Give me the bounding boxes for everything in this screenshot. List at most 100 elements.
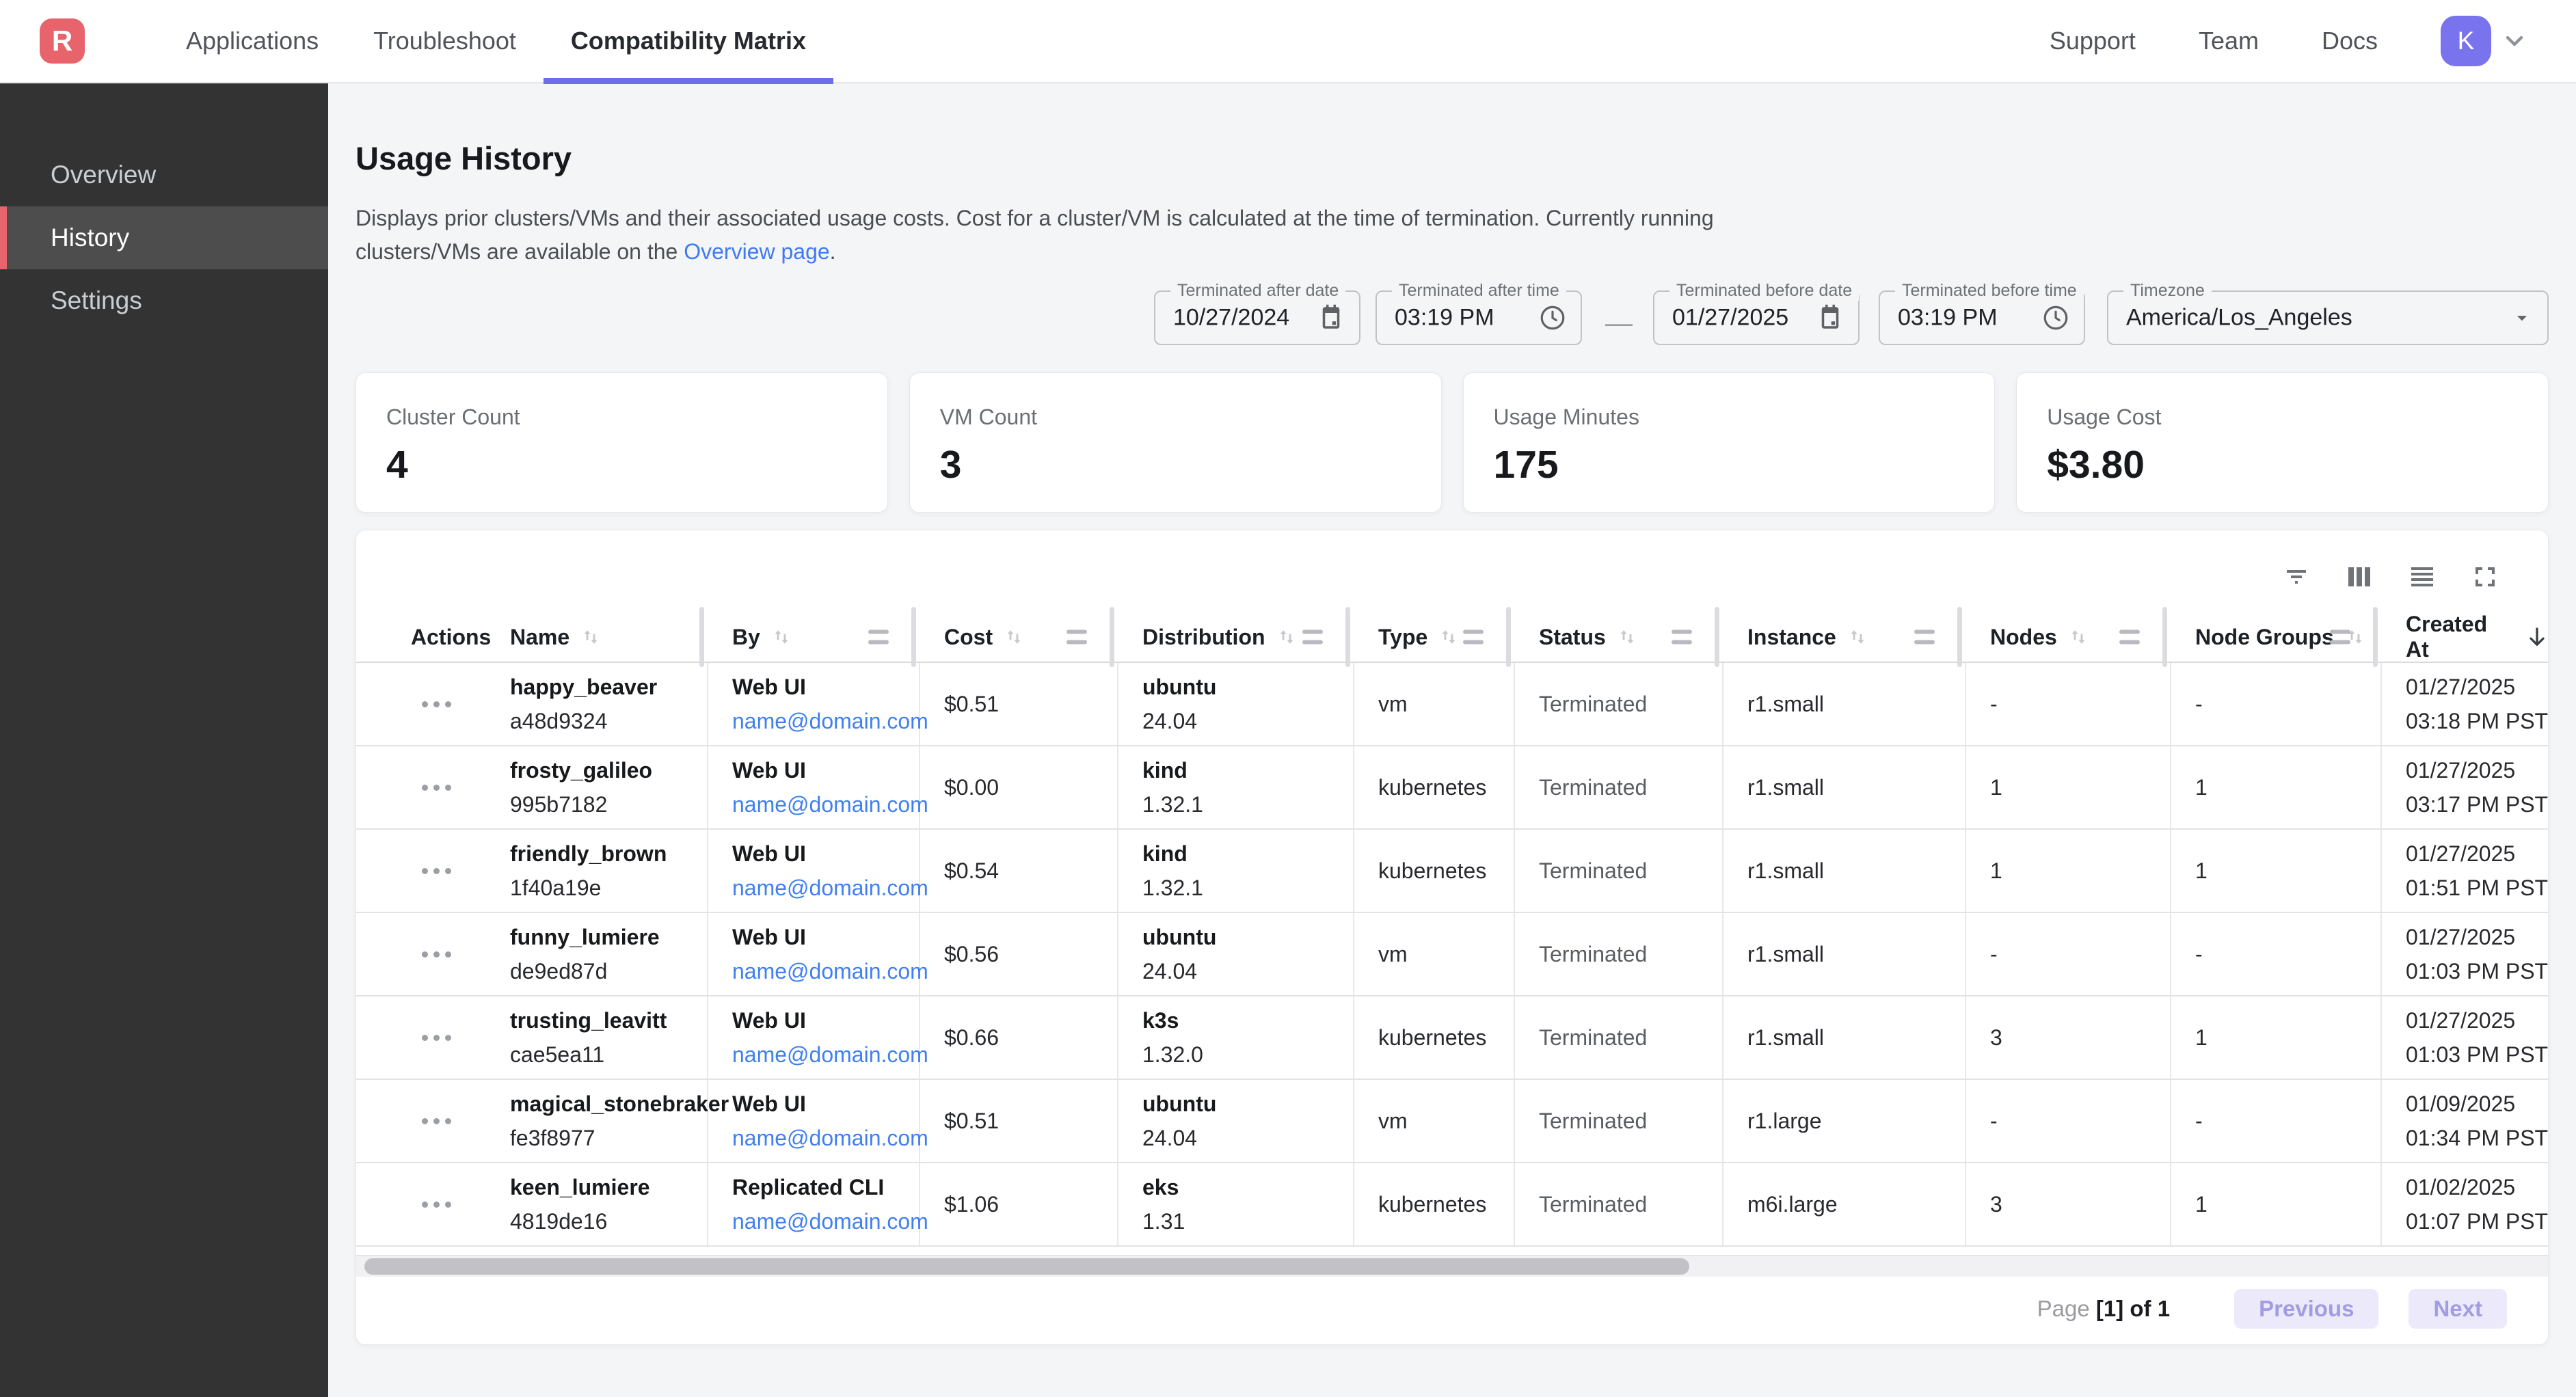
- overview-page-link[interactable]: Overview page: [684, 239, 829, 264]
- next-page-button[interactable]: Next: [2409, 1289, 2507, 1329]
- row-actions-button[interactable]: [387, 830, 486, 912]
- column-drag-handle-icon[interactable]: [2330, 630, 2350, 645]
- created-by-email-link[interactable]: name@domain.com: [732, 709, 919, 734]
- created-by-email-link[interactable]: name@domain.com: [732, 1209, 919, 1234]
- column-drag-handle-icon[interactable]: [1672, 630, 1692, 645]
- dropdown-arrow-icon[interactable]: [2510, 306, 2534, 329]
- sort-arrows-icon[interactable]: [770, 625, 793, 649]
- column-drag-handle-icon[interactable]: [1066, 630, 1087, 645]
- row-actions-button[interactable]: [387, 746, 486, 828]
- row-actions-button[interactable]: [387, 913, 486, 995]
- sort-arrows-icon[interactable]: [1846, 625, 1869, 649]
- sort-arrows-icon[interactable]: [2067, 625, 2090, 649]
- column-header-status[interactable]: Status: [1515, 612, 1723, 662]
- sidebar-item-history[interactable]: History: [0, 206, 328, 269]
- column-resize-bar[interactable]: [1715, 607, 1719, 667]
- timezone-select[interactable]: Timezone America/Los_Angeles: [2107, 290, 2549, 345]
- column-resize-bar[interactable]: [2373, 607, 2378, 667]
- row-actions-button[interactable]: [387, 996, 486, 1079]
- column-drag-handle-icon[interactable]: [868, 630, 889, 645]
- column-header-instance[interactable]: Instance: [1723, 612, 1966, 662]
- sort-arrows-icon[interactable]: [1437, 625, 1460, 649]
- stat-value: 3: [940, 442, 1411, 487]
- node-groups-value: -: [2195, 942, 2380, 967]
- column-drag-handle-icon[interactable]: [1302, 630, 1323, 645]
- created-by-email-link[interactable]: name@domain.com: [732, 876, 919, 901]
- name-cell: magical_stonebrakerfe3f8977: [486, 1080, 708, 1162]
- row-actions-button[interactable]: [387, 1163, 486, 1245]
- fullscreen-icon[interactable]: [2463, 555, 2507, 599]
- row-actions-button[interactable]: [387, 663, 486, 745]
- cost-value: $0.66: [944, 1025, 1117, 1050]
- column-resize-bar[interactable]: [1957, 607, 1962, 667]
- calendar-icon[interactable]: [1317, 303, 1345, 332]
- clock-icon[interactable]: [1538, 303, 1567, 332]
- sort-arrows-icon[interactable]: [1275, 625, 1298, 649]
- stat-cards: Cluster Count 4 VM Count 3 Usage Minutes…: [355, 372, 2549, 513]
- column-header-nodes[interactable]: Nodes: [1966, 612, 2171, 662]
- row-actions-button[interactable]: [387, 1080, 486, 1162]
- column-header-distribution[interactable]: Distribution: [1118, 612, 1354, 662]
- nav-link-team[interactable]: Team: [2199, 27, 2259, 55]
- sort-arrows-icon[interactable]: [1615, 625, 1639, 649]
- column-resize-bar[interactable]: [1345, 607, 1350, 667]
- column-header-node-groups[interactable]: Node Groups: [2171, 612, 2382, 662]
- column-drag-handle-icon[interactable]: [2119, 630, 2140, 645]
- created-by-email-link[interactable]: name@domain.com: [732, 792, 919, 817]
- created-by-email-link[interactable]: name@domain.com: [732, 1042, 919, 1068]
- terminated-after-date-input[interactable]: Terminated after date 10/27/2024: [1154, 290, 1360, 345]
- nav-link-docs[interactable]: Docs: [2322, 27, 2378, 55]
- nav-link-support[interactable]: Support: [2050, 27, 2136, 55]
- column-header-cost[interactable]: Cost: [920, 612, 1118, 662]
- avatar[interactable]: K: [2441, 16, 2491, 66]
- sort-arrows-icon[interactable]: [1002, 625, 1025, 649]
- terminated-before-time-input[interactable]: Terminated before time 03:19 PM: [1879, 290, 2085, 345]
- column-header-created-at[interactable]: Created At: [2382, 612, 2549, 662]
- show-hide-columns-icon[interactable]: [2337, 555, 2381, 599]
- column-resize-bar[interactable]: [1506, 607, 1511, 667]
- column-drag-handle-icon[interactable]: [1914, 630, 1935, 645]
- sidebar-item-settings[interactable]: Settings: [0, 269, 328, 332]
- column-drag-handle-icon[interactable]: [1463, 630, 1484, 645]
- sorted-descending-icon[interactable]: [2525, 625, 2549, 649]
- clock-icon[interactable]: [2041, 303, 2070, 332]
- created-by-email-link[interactable]: name@domain.com: [732, 1126, 919, 1151]
- type-cell: vm: [1354, 913, 1515, 995]
- column-header-name[interactable]: Name: [486, 612, 708, 662]
- filter-icon[interactable]: [2275, 555, 2318, 599]
- cost-value: $1.06: [944, 1192, 1117, 1217]
- cost-cell: $0.51: [920, 663, 1118, 745]
- terminated-before-date-input[interactable]: Terminated before date 01/27/2025: [1653, 290, 1860, 345]
- sort-arrows-icon[interactable]: [579, 625, 602, 649]
- chevron-down-icon[interactable]: [2501, 27, 2528, 55]
- previous-page-button[interactable]: Previous: [2234, 1289, 2378, 1329]
- horizontal-scrollbar-thumb[interactable]: [364, 1258, 1689, 1275]
- type-value: kubernetes: [1378, 858, 1514, 884]
- column-header-type[interactable]: Type: [1354, 612, 1515, 662]
- tab-applications[interactable]: Applications: [159, 0, 346, 83]
- column-label: Actions: [411, 625, 491, 650]
- calendar-icon[interactable]: [1816, 303, 1844, 332]
- instance-value: r1.small: [1747, 692, 1965, 717]
- sidebar-item-overview[interactable]: Overview: [0, 144, 328, 206]
- column-resize-bar[interactable]: [1110, 607, 1114, 667]
- tab-compatibility-matrix[interactable]: Compatibility Matrix: [544, 0, 833, 83]
- column-resize-bar[interactable]: [2162, 607, 2167, 667]
- created-at-cell: 01/27/202503:17 PM PST: [2382, 746, 2549, 828]
- created-time: 01:34 PM PST: [2406, 1126, 2549, 1151]
- density-icon[interactable]: [2400, 555, 2444, 599]
- column-resize-bar[interactable]: [911, 607, 916, 667]
- created-date: 01/27/2025: [2406, 1008, 2549, 1033]
- name-cell: funny_lumierede9ed87d: [486, 913, 708, 995]
- cluster-id: 4819de16: [510, 1209, 707, 1234]
- created-date: 01/02/2025: [2406, 1175, 2549, 1200]
- stat-value: 4: [386, 442, 857, 487]
- column-header-by[interactable]: By: [708, 612, 920, 662]
- replicated-logo[interactable]: R: [40, 18, 85, 64]
- column-resize-bar[interactable]: [699, 607, 704, 667]
- tab-troubleshoot[interactable]: Troubleshoot: [346, 0, 544, 83]
- created-by-email-link[interactable]: name@domain.com: [732, 959, 919, 984]
- column-label: Cost: [944, 625, 993, 650]
- created-by-source: Web UI: [732, 841, 919, 867]
- terminated-after-time-input[interactable]: Terminated after time 03:19 PM: [1376, 290, 1582, 345]
